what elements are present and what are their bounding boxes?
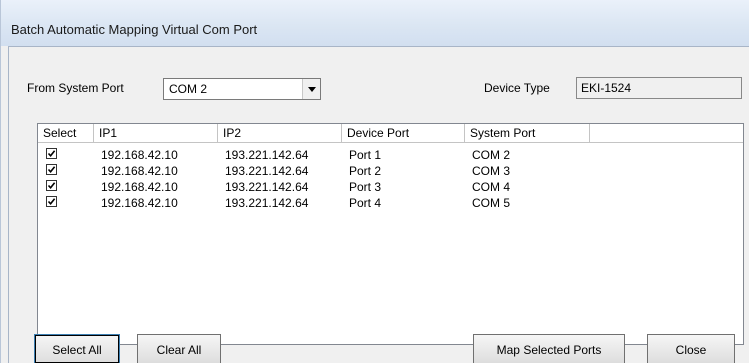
cell-system-port: COM 3 [472, 164, 511, 178]
cell-ip2: 193.221.142.64 [225, 196, 309, 210]
checkmark-icon [47, 166, 56, 174]
device-type-label: Device Type [484, 81, 550, 95]
checkmark-icon [47, 198, 56, 206]
dialog-window: Batch Automatic Mapping Virtual Com Port… [0, 0, 749, 363]
map-selected-ports-button[interactable]: Map Selected Ports [473, 334, 625, 363]
column-header-ip2[interactable]: IP2 [218, 124, 342, 143]
port-mapping-list[interactable]: Select IP1 IP2 Device Port System Port 1… [37, 123, 744, 345]
column-header-system-port[interactable]: System Port [465, 124, 590, 143]
chevron-down-icon [308, 87, 316, 92]
cell-system-port: COM 5 [472, 196, 511, 210]
list-header: Select IP1 IP2 Device Port System Port [38, 124, 743, 143]
cell-device-port: Port 3 [349, 180, 382, 194]
cell-ip2: 193.221.142.64 [225, 164, 309, 178]
device-type-value: EKI-1524 [581, 81, 632, 95]
column-header-device-port[interactable]: Device Port [342, 124, 465, 143]
checkmark-icon [47, 150, 56, 158]
table-row[interactable]: 192.168.42.10 193.221.142.64 Port 1 COM … [38, 147, 743, 163]
checkmark-icon [47, 182, 56, 190]
table-row[interactable]: 192.168.42.10 193.221.142.64 Port 3 COM … [38, 179, 743, 195]
cell-ip1: 192.168.42.10 [101, 164, 178, 178]
dialog-client-area: From System Port COM 2 Device Type EKI-1… [8, 46, 749, 363]
close-button[interactable]: Close [647, 334, 735, 363]
from-system-port-label: From System Port [27, 81, 124, 95]
from-system-port-dropdown[interactable]: COM 2 [163, 78, 321, 100]
window-title: Batch Automatic Mapping Virtual Com Port [11, 22, 258, 37]
column-header-empty [590, 124, 743, 143]
cell-system-port: COM 4 [472, 180, 511, 194]
title-bar: Batch Automatic Mapping Virtual Com Port [1, 0, 749, 46]
row-select-checkbox[interactable] [46, 164, 57, 175]
device-type-field: EKI-1524 [576, 77, 742, 99]
cell-device-port: Port 4 [349, 196, 382, 210]
table-row[interactable]: 192.168.42.10 193.221.142.64 Port 2 COM … [38, 163, 743, 179]
cell-ip2: 193.221.142.64 [225, 148, 309, 162]
row-select-checkbox[interactable] [46, 180, 57, 191]
cell-ip1: 192.168.42.10 [101, 180, 178, 194]
column-header-ip1[interactable]: IP1 [94, 124, 218, 143]
dropdown-arrow-button[interactable] [302, 79, 320, 99]
column-header-select[interactable]: Select [38, 124, 94, 143]
cell-device-port: Port 1 [349, 148, 382, 162]
row-select-checkbox[interactable] [46, 196, 57, 207]
cell-ip1: 192.168.42.10 [101, 196, 178, 210]
table-row[interactable]: 192.168.42.10 193.221.142.64 Port 4 COM … [38, 195, 743, 211]
cell-ip2: 193.221.142.64 [225, 180, 309, 194]
cell-device-port: Port 2 [349, 164, 382, 178]
cell-ip1: 192.168.42.10 [101, 148, 178, 162]
cell-system-port: COM 2 [472, 148, 511, 162]
clear-all-button[interactable]: Clear All [137, 334, 221, 363]
row-select-checkbox[interactable] [46, 148, 57, 159]
select-all-button[interactable]: Select All [34, 334, 120, 363]
from-system-port-value: COM 2 [169, 82, 208, 96]
